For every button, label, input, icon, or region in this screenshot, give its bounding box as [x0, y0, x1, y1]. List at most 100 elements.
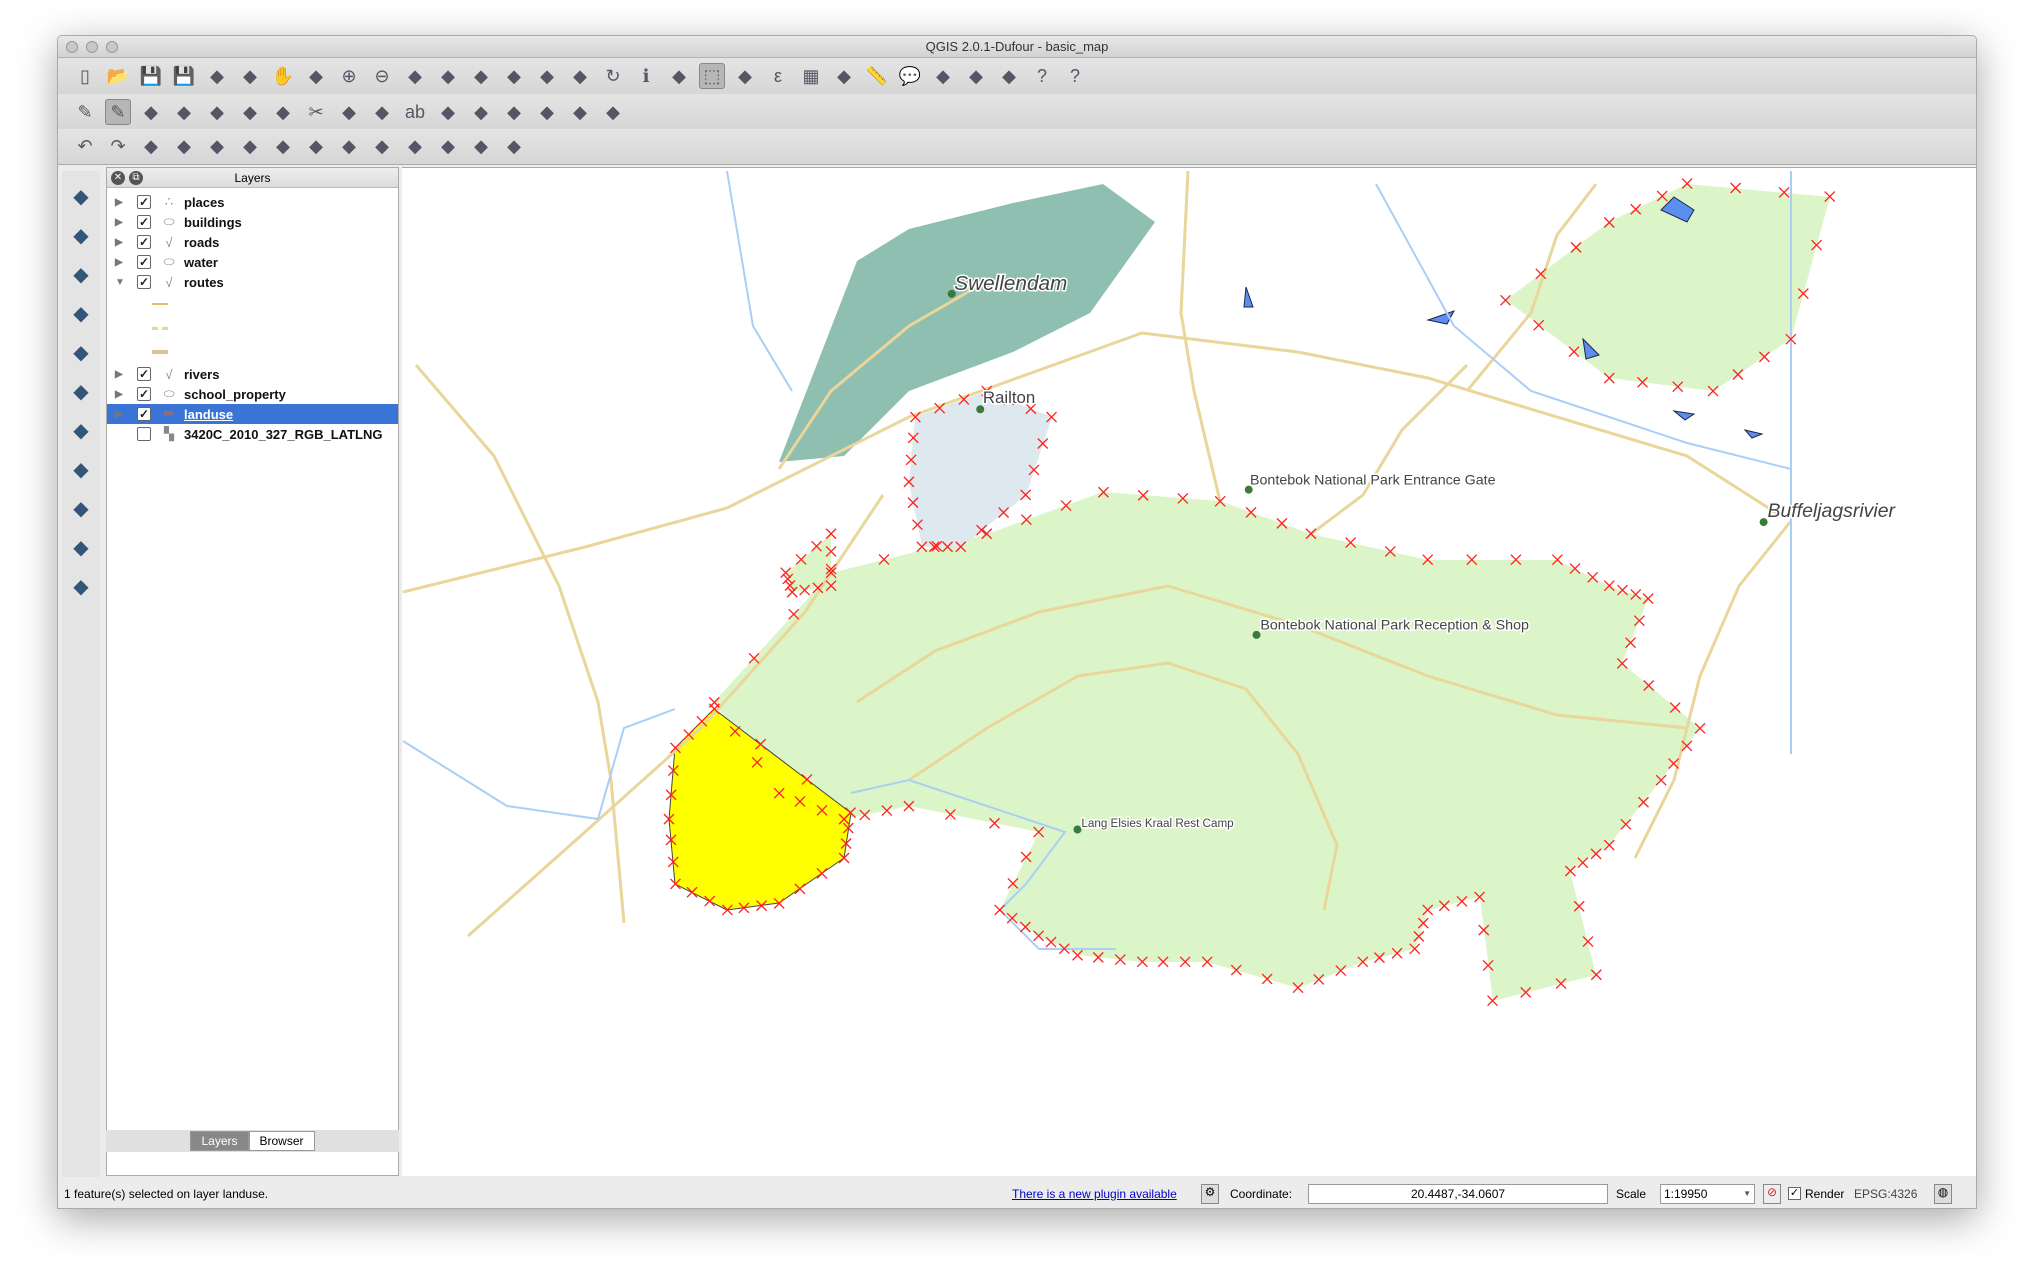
layer-visibility-checkbox[interactable]: ✓ — [137, 235, 151, 249]
new-project-icon[interactable]: ▯ — [72, 63, 98, 89]
layer-visibility-checkbox[interactable]: ✓ — [137, 215, 151, 229]
split-features-icon[interactable]: ◆ — [402, 134, 428, 160]
save-as-icon[interactable]: 💾 — [171, 63, 197, 89]
rotate-point-symbols-icon[interactable]: ◆ — [501, 134, 527, 160]
move-label-icon[interactable]: ◆ — [501, 99, 527, 125]
add-wfs-layer-icon[interactable]: ◆ — [66, 454, 96, 484]
add-wcs-layer-icon[interactable]: ◆ — [66, 415, 96, 445]
crs-status[interactable]: EPSG:4326 — [1854, 1187, 1917, 1201]
save-project-icon[interactable]: 💾 — [138, 63, 164, 89]
add-part-icon[interactable]: ◆ — [204, 134, 230, 160]
layer-item-school_property[interactable]: ▶ ✓ ⬭ school_property — [107, 384, 398, 404]
close-window-button[interactable] — [66, 41, 78, 53]
add-raster-layer-icon[interactable]: ◆ — [66, 220, 96, 250]
layer-visibility-checkbox[interactable]: ✓ — [137, 407, 151, 421]
zoom-out-icon[interactable]: ⊖ — [369, 63, 395, 89]
projection-icon[interactable]: ◍ — [1934, 1183, 1952, 1204]
tab-browser[interactable]: Browser — [248, 1131, 315, 1151]
measure-icon[interactable]: 📏 — [864, 63, 890, 89]
zoom-actual-icon[interactable]: ◆ — [402, 63, 428, 89]
scale-combobox[interactable]: 1:19950 ▼ — [1660, 1183, 1755, 1204]
delete-selected-icon[interactable]: ◆ — [270, 99, 296, 125]
identify-icon[interactable]: ℹ — [633, 63, 659, 89]
print-composer-icon[interactable]: ◆ — [204, 63, 230, 89]
undo-icon[interactable]: ↶ — [72, 134, 98, 160]
action-icon[interactable]: ◆ — [666, 63, 692, 89]
cut-features-icon[interactable]: ✂ — [303, 99, 329, 125]
layer-item-places[interactable]: ▶ ✓ ∴ places — [107, 192, 398, 212]
show-hide-labels-icon[interactable]: ◆ — [468, 99, 494, 125]
offset-curve-icon[interactable]: ◆ — [369, 134, 395, 160]
place-point[interactable] — [1073, 825, 1082, 834]
layer-visibility-checkbox[interactable]: ✓ — [137, 387, 151, 401]
label-icon[interactable]: ab — [402, 99, 428, 125]
copy-features-icon[interactable]: ◆ — [336, 99, 362, 125]
expanded-arrow-icon[interactable]: ▼ — [115, 277, 129, 288]
zoom-selection-icon[interactable]: ◆ — [468, 63, 494, 89]
add-vector-layer-icon[interactable]: ◆ — [66, 181, 96, 211]
new-shapefile-icon[interactable]: ◆ — [66, 532, 96, 562]
render-checkbox[interactable]: ✓ — [1788, 1187, 1801, 1200]
stop-render-icon[interactable]: ⊘ — [1763, 1183, 1781, 1204]
add-feature-icon[interactable]: ◆ — [171, 99, 197, 125]
collapsed-arrow-icon[interactable]: ▶ — [115, 369, 129, 380]
add-postgis-layer-icon[interactable]: ◆ — [66, 259, 96, 289]
collapsed-arrow-icon[interactable]: ▶ — [115, 217, 129, 228]
move-feature-icon[interactable]: ◆ — [204, 99, 230, 125]
help-icon[interactable]: ? — [1029, 63, 1055, 89]
close-panel-icon[interactable]: ✕ — [111, 171, 125, 185]
open-project-icon[interactable]: 📂 — [105, 63, 131, 89]
map-tips-icon[interactable]: 💬 — [897, 63, 923, 89]
select-features-icon[interactable]: ⬚ — [699, 63, 725, 89]
add-spatialite-layer-icon[interactable]: ◆ — [66, 298, 96, 328]
add-delimited-text-icon[interactable]: ◆ — [66, 493, 96, 523]
layer-visibility-checkbox[interactable] — [137, 427, 151, 441]
add-wms-layer-icon[interactable]: ◆ — [66, 376, 96, 406]
save-edits-icon[interactable]: ◆ — [138, 99, 164, 125]
layer-item-rivers[interactable]: ▶ ✓ √ rivers — [107, 364, 398, 384]
layer-visibility-checkbox[interactable]: ✓ — [137, 275, 151, 289]
layer-item-routes[interactable]: ▼ ✓ √ routes — [107, 272, 398, 292]
tab-layers[interactable]: Layers — [190, 1131, 249, 1151]
split-parts-icon[interactable]: ◆ — [435, 134, 461, 160]
paste-features-icon[interactable]: ◆ — [369, 99, 395, 125]
layer-visibility-checkbox[interactable]: ✓ — [137, 255, 151, 269]
zoom-in-icon[interactable]: ⊕ — [336, 63, 362, 89]
add-ring-icon[interactable]: ◆ — [171, 134, 197, 160]
vertex-marker[interactable] — [1824, 191, 1836, 203]
simplify-feature-icon[interactable]: ◆ — [138, 134, 164, 160]
delete-part-icon[interactable]: ◆ — [303, 134, 329, 160]
node-tool-icon[interactable]: ◆ — [237, 99, 263, 125]
toggle-editing-icon[interactable]: ✎ — [105, 99, 131, 125]
bookmark-icon[interactable]: ◆ — [930, 63, 956, 89]
new-plugin-link[interactable]: There is a new plugin available — [1012, 1187, 1177, 1201]
collapsed-arrow-icon[interactable]: ▶ — [115, 257, 129, 268]
layer-item-roads[interactable]: ▶ ✓ √ roads — [107, 232, 398, 252]
layer-item-3420c_2010_327_rgb_latlng[interactable]: ▚ 3420C_2010_327_RGB_LATLNG — [107, 424, 398, 444]
zoom-next-icon[interactable]: ◆ — [567, 63, 593, 89]
layer-item-buildings[interactable]: ▶ ✓ ⬭ buildings — [107, 212, 398, 232]
text-annotation-icon[interactable]: ◆ — [996, 63, 1022, 89]
delete-ring-icon[interactable]: ◆ — [270, 134, 296, 160]
zoom-layer-icon[interactable]: ◆ — [501, 63, 527, 89]
composer-manager-icon[interactable]: ◆ — [237, 63, 263, 89]
label-toolbar-icon[interactable]: ◆ — [600, 99, 626, 125]
zoom-full-icon[interactable]: ◆ — [435, 63, 461, 89]
vertex-marker[interactable] — [825, 528, 837, 540]
pan-to-selection-icon[interactable]: ◆ — [303, 63, 329, 89]
layer-item-landuse[interactable]: ▶ ✓ ✏ landuse — [107, 404, 398, 424]
map-canvas[interactable]: Swellendam Railton Bontebok National Park … — [402, 167, 1976, 1176]
zoom-window-button[interactable] — [106, 41, 118, 53]
collapsed-arrow-icon[interactable]: ▶ — [115, 237, 129, 248]
plugin-icon[interactable]: ⚙ — [1201, 1183, 1219, 1204]
minimize-window-button[interactable] — [86, 41, 98, 53]
current-edits-icon[interactable]: ✎ — [72, 99, 98, 125]
new-bookmark-icon[interactable]: ◆ — [963, 63, 989, 89]
add-mssql-layer-icon[interactable]: ◆ — [66, 337, 96, 367]
pan-icon[interactable]: ✋ — [270, 63, 296, 89]
attribute-table-icon[interactable]: ▦ — [798, 63, 824, 89]
collapsed-arrow-icon[interactable]: ▶ — [115, 197, 129, 208]
rotate-label-icon[interactable]: ◆ — [534, 99, 560, 125]
float-panel-icon[interactable]: ⧉ — [129, 171, 143, 185]
redo-icon[interactable]: ↷ — [105, 134, 131, 160]
